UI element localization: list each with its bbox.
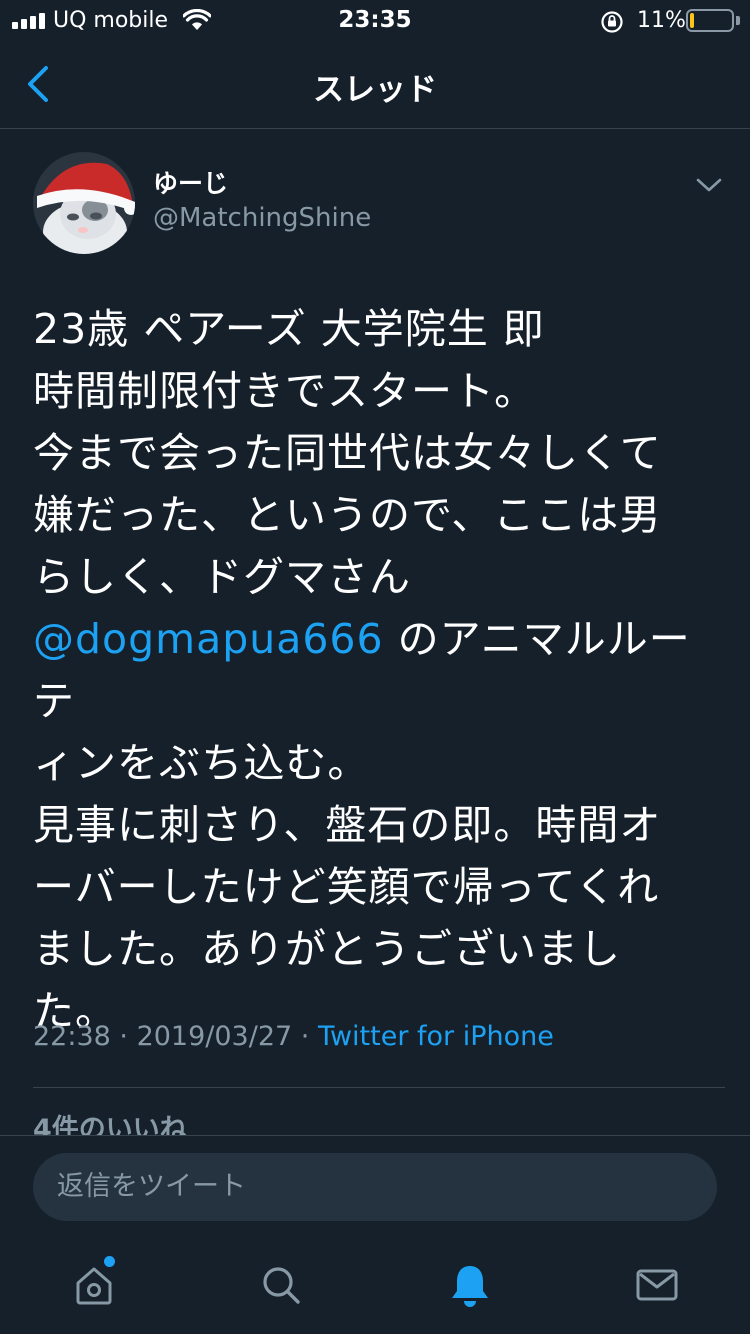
notifications-bell-icon[interactable] <box>446 1261 494 1309</box>
tweet-text-part: 23歳 ペアーズ 大学院生 即 時間制限付きでスタート。 今まで会った同世代は女… <box>33 305 662 601</box>
messages-envelope-icon[interactable] <box>633 1261 681 1309</box>
tweet-time: 22:38 <box>33 1021 111 1052</box>
battery-percent: 11% <box>637 8 686 33</box>
reply-bar: 返信をツイート <box>0 1135 750 1239</box>
status-bar: UQ mobile 23:35 11% <box>0 0 750 42</box>
author-handle[interactable]: @MatchingShine <box>153 203 371 233</box>
avatar-cat-santa-hat-image <box>33 152 135 254</box>
tab-bar <box>0 1239 750 1334</box>
tweet-source-link[interactable]: Twitter for iPhone <box>318 1021 554 1052</box>
chevron-down-icon[interactable] <box>693 172 725 198</box>
author-display-name[interactable]: ゆーじ <box>153 164 228 200</box>
tweet-date: 2019/03/27 <box>136 1021 293 1052</box>
mention-link[interactable]: @dogmapua666 <box>33 615 384 663</box>
tweet-text-part: のアニマルルーテ ィンをぶち込む。 見事に刺さり、盤石の即。時間オ ーバーしたけ… <box>33 615 691 1035</box>
tweet-text: 23歳 ペアーズ 大学院生 即 時間制限付きでスタート。 今まで会った同世代は女… <box>33 298 723 1042</box>
home-new-content-dot <box>104 1256 115 1267</box>
meta-separator: · <box>110 1021 137 1052</box>
search-icon[interactable] <box>257 1261 305 1309</box>
thread-screen: UQ mobile 23:35 11% スレッド ゆーじ @MatchingSh… <box>0 0 750 1334</box>
nav-header: スレッド <box>0 42 750 129</box>
tweet-meta: 22:38 · 2019/03/27 · Twitter for iPhone <box>33 1021 554 1052</box>
battery-icon <box>686 9 734 32</box>
divider <box>33 1087 725 1088</box>
reply-input[interactable]: 返信をツイート <box>33 1153 717 1221</box>
battery-cap <box>736 16 740 25</box>
likes-count-link[interactable]: 4件のいいね <box>33 1110 187 1135</box>
rotation-lock-icon <box>601 11 623 33</box>
home-icon[interactable] <box>70 1261 118 1309</box>
page-title: スレッド <box>313 72 437 108</box>
avatar[interactable] <box>33 152 135 254</box>
meta-separator: · <box>292 1021 318 1052</box>
battery-level-fill <box>690 13 694 28</box>
likes-count-text: 4件のいいね <box>33 1114 187 1135</box>
